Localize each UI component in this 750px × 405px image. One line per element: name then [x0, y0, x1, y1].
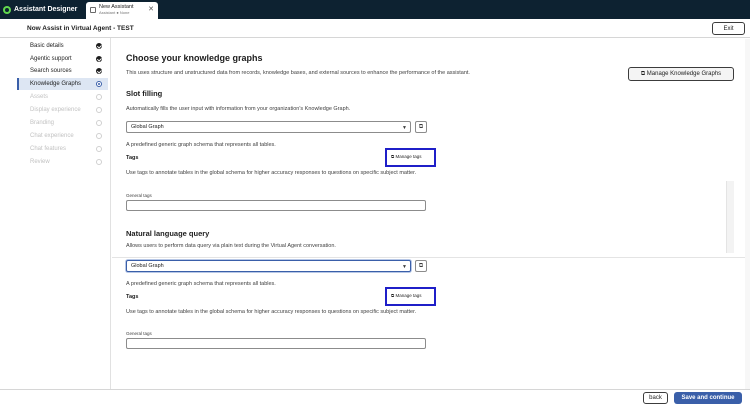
sidebar-item-label: Branding: [30, 120, 55, 126]
close-icon[interactable]: ✕: [148, 6, 154, 14]
sidebar-item-basic-details[interactable]: Basic details: [17, 40, 108, 52]
check-circle-icon: [96, 68, 102, 74]
sidebar-item-review[interactable]: Review: [17, 156, 108, 168]
general-tags-input[interactable]: [126, 200, 426, 211]
external-link-icon: ⧉: [418, 124, 424, 130]
sidebar-item-label: Assets: [30, 94, 49, 100]
slot-filling-graph-select[interactable]: Global Graph ▼: [126, 121, 411, 133]
sidebar-item-agentic-support[interactable]: Agentic support: [17, 53, 108, 65]
empty-circle-icon: [96, 120, 102, 126]
app-title-label: Assistant Designer: [14, 6, 78, 13]
general-tags-input[interactable]: [126, 338, 426, 349]
tags-description: Use tags to annotate tables in the globa…: [126, 309, 417, 315]
sidebar-item-chat-features[interactable]: Chat features: [17, 143, 108, 155]
check-circle-icon: [96, 43, 102, 49]
empty-circle-icon: [96, 94, 102, 100]
open-graph-button[interactable]: ⧉: [415, 260, 427, 272]
general-tags-label: General tags: [126, 331, 152, 336]
app-logo-icon: [3, 5, 11, 14]
sidebar-item-assets[interactable]: Assets: [17, 91, 108, 103]
save-and-continue-button[interactable]: Save and continue: [674, 392, 742, 404]
page-title: Now Assist in Virtual Agent - TEST: [27, 25, 134, 32]
panel-edge: [726, 181, 734, 253]
empty-circle-icon: [96, 146, 102, 152]
sidebar-item-knowledge-graphs[interactable]: Knowledge Graphs: [17, 78, 108, 90]
main-content: Choose your knowledge graphs This uses s…: [112, 39, 750, 390]
page-header: Now Assist in Virtual Agent - TEST Exit: [0, 19, 750, 38]
sidebar-item-label: Review: [30, 159, 50, 165]
section-heading: Choose your knowledge graphs: [126, 53, 263, 63]
sidebar-item-label: Basic details: [30, 43, 64, 49]
scrollbar[interactable]: [745, 39, 750, 390]
empty-circle-icon: [96, 107, 102, 113]
footer: back Save and continue: [0, 389, 750, 405]
back-button[interactable]: back: [643, 392, 668, 404]
tags-label: Tags: [126, 294, 139, 300]
sidebar: Basic details Agentic support Search sou…: [0, 38, 111, 390]
sidebar-item-display-experience[interactable]: Display experience: [17, 104, 108, 116]
empty-circle-icon: [96, 133, 102, 139]
general-tags-label: General tags: [126, 193, 152, 198]
exit-button[interactable]: Exit: [712, 22, 745, 35]
manage-tags-label: Manage tags: [395, 154, 422, 159]
manage-tags-button[interactable]: ⧉ Manage tags: [385, 287, 436, 306]
manage-knowledge-graphs-button[interactable]: ⧉ Manage Knowledge Graphs: [628, 67, 734, 81]
sidebar-item-label: Agentic support: [30, 56, 72, 62]
empty-circle-icon: [96, 159, 102, 165]
manage-tags-button[interactable]: ⧉ Manage tags: [385, 148, 436, 167]
sidebar-item-search-sources[interactable]: Search sources: [17, 65, 108, 77]
select-value: Global Graph: [131, 263, 164, 269]
check-circle-icon: [96, 56, 102, 62]
sidebar-item-label: Search sources: [30, 68, 72, 74]
sidebar-item-label: Chat experience: [30, 133, 74, 139]
tags-label: Tags: [126, 155, 139, 161]
top-bar: Assistant Designer New Assistant Assista…: [0, 0, 750, 19]
slot-filling-description: Automatically fills the user input with …: [126, 106, 351, 112]
sidebar-item-label: Display experience: [30, 107, 81, 113]
nl-query-graph-select[interactable]: Global Graph ▼: [126, 260, 411, 272]
chevron-down-icon: ▼: [402, 264, 407, 270]
nl-query-description: Allows users to perform data query via p…: [126, 243, 336, 249]
manage-knowledge-graphs-label: Manage Knowledge Graphs: [646, 70, 722, 77]
select-value: Global Graph: [131, 124, 164, 130]
graph-note: A predefined generic graph schema that r…: [126, 142, 276, 148]
current-step-icon: [96, 81, 102, 87]
sidebar-item-branding[interactable]: Branding: [17, 117, 108, 129]
graph-note: A predefined generic graph schema that r…: [126, 281, 276, 287]
nl-query-title: Natural language query: [126, 229, 210, 238]
manage-tags-label: Manage tags: [395, 293, 422, 298]
tab-new-assistant[interactable]: New Assistant Assistant ● None ✕: [86, 2, 158, 19]
sidebar-item-chat-experience[interactable]: Chat experience: [17, 130, 108, 142]
document-icon: [90, 7, 96, 13]
divider: [112, 257, 748, 258]
chevron-down-icon: ▼: [402, 125, 407, 131]
tags-description: Use tags to annotate tables in the globa…: [126, 170, 417, 176]
sidebar-item-label: Chat features: [30, 146, 67, 152]
sidebar-item-label: Knowledge Graphs: [30, 81, 82, 87]
external-link-icon: ⧉: [418, 263, 424, 269]
open-graph-button[interactable]: ⧉: [415, 121, 427, 133]
slot-filling-title: Slot filling: [126, 89, 163, 98]
section-description: This uses structure and unstructured dat…: [126, 70, 470, 76]
app-title: Assistant Designer: [3, 3, 77, 16]
